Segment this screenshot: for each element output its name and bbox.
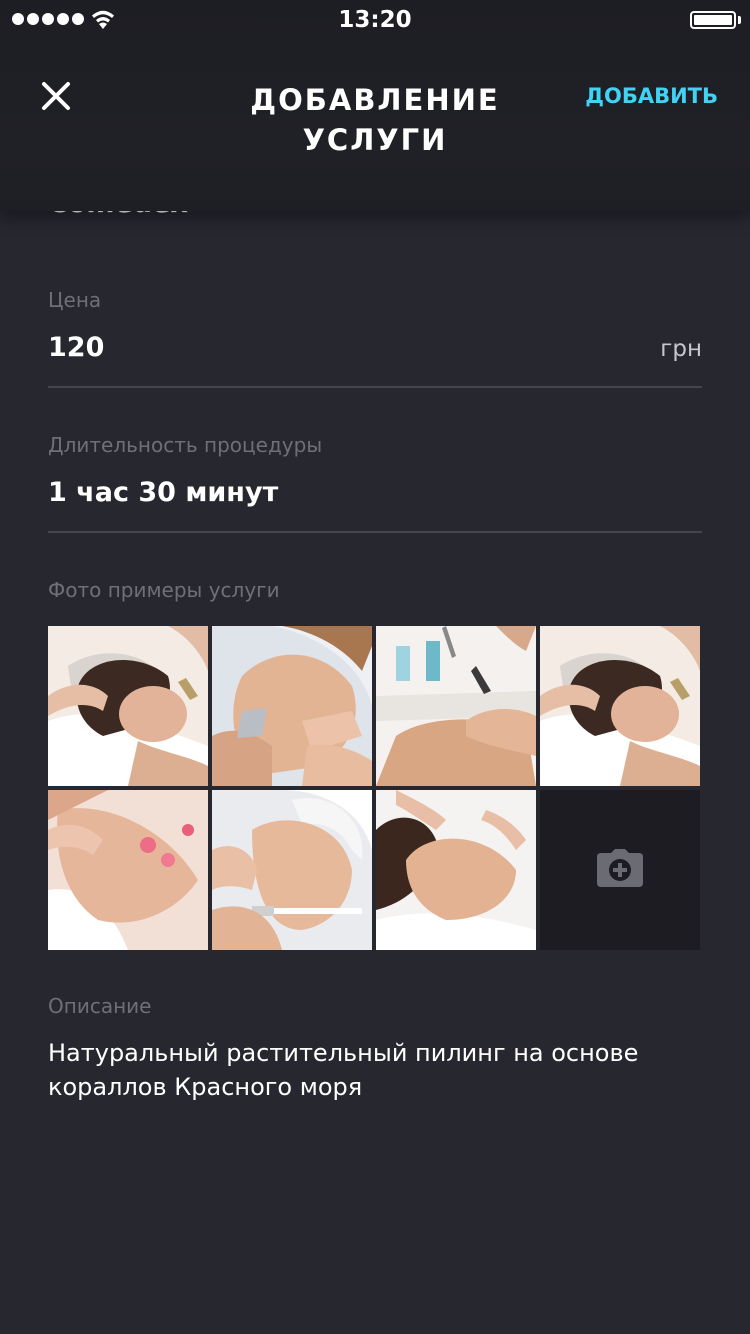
status-bar: 13:20 <box>0 0 750 40</box>
price-unit: грн <box>660 336 702 362</box>
photo-face-massage[interactable] <box>376 790 536 950</box>
add-service-screen: Comedex Цена 120 грн Длительность процед… <box>0 0 750 1334</box>
duration-divider <box>48 531 702 533</box>
photo-rose-petal-massage[interactable] <box>48 790 208 950</box>
duration-field[interactable]: Длительность процедуры 1 час 30 минут <box>48 433 702 535</box>
price-label: Цена <box>48 288 102 312</box>
photo-facial-massage[interactable] <box>540 626 700 786</box>
photo-facial-cleansing[interactable] <box>376 626 536 786</box>
status-time: 13:20 <box>338 7 412 33</box>
add-button[interactable]: ДОБАВИТЬ <box>585 84 718 108</box>
page-title: ДОБАВЛЕНИЕ УСЛУГИ <box>250 83 500 157</box>
price-input[interactable]: 120 <box>48 332 104 363</box>
photo-peeling-brush[interactable] <box>212 790 372 950</box>
price-field[interactable]: Цена 120 грн <box>48 288 702 390</box>
photo-ultrasonic-cleaning[interactable] <box>212 626 372 786</box>
nav-bar: 13:20 ДОБАВЛЕНИЕ УСЛУГИ ДОБАВИТЬ <box>0 0 750 211</box>
camera-add-icon <box>597 849 643 891</box>
photo-facial-massage[interactable] <box>48 626 208 786</box>
description-label: Описание <box>48 994 152 1018</box>
close-button[interactable] <box>36 76 76 116</box>
battery-tip <box>738 16 741 24</box>
photo-grid <box>48 626 700 950</box>
duration-label: Длительность процедуры <box>48 433 323 457</box>
photos-label: Фото примеры услуги <box>48 578 280 602</box>
close-icon <box>36 82 76 120</box>
price-divider <box>48 386 702 388</box>
duration-input[interactable]: 1 час 30 минут <box>48 477 278 508</box>
add-photo-button[interactable] <box>540 790 700 950</box>
description-input[interactable]: Натуральный растительный пилинг на основ… <box>48 1036 688 1104</box>
battery-icon <box>690 11 736 29</box>
